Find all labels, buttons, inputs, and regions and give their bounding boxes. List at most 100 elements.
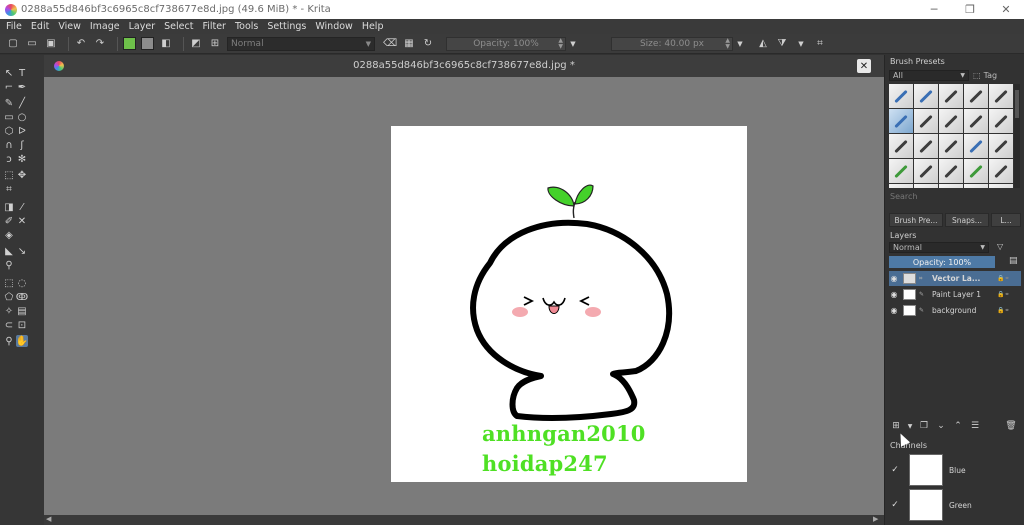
pan-tool-icon[interactable]: ✋ xyxy=(16,335,28,347)
brush-preset[interactable] xyxy=(964,84,988,108)
zoom-tool-icon[interactable]: ⚲ xyxy=(3,335,15,347)
wrap-around-icon[interactable]: ⌗ xyxy=(813,37,827,51)
visibility-eye-icon[interactable]: ◉ xyxy=(889,290,899,299)
visibility-eye-icon[interactable]: ◉ xyxy=(889,306,899,315)
duplicate-layer-icon[interactable]: ❐ xyxy=(917,420,931,432)
layer-row[interactable]: ◉ ✎ Paint Layer 1 🔒⚭ xyxy=(889,287,1021,302)
brush-preset[interactable] xyxy=(914,134,938,158)
layer-properties-icon[interactable]: ▤ xyxy=(1009,256,1018,266)
brush-preset[interactable] xyxy=(914,159,938,183)
color-picker-tool-icon[interactable]: ⁄ xyxy=(16,201,28,213)
horizontal-scrollbar[interactable]: ◀ ▶ xyxy=(44,515,884,525)
gradient-editor-icon[interactable]: ◩ xyxy=(189,37,203,51)
assistant-tool-icon[interactable]: ◣ xyxy=(3,245,15,257)
layer-properties-icon[interactable]: ☰ xyxy=(968,420,982,432)
menu-filter[interactable]: Filter xyxy=(202,21,226,32)
layer-blend-mode-select[interactable]: Normal ▼ xyxy=(889,242,989,253)
menu-tools[interactable]: Tools xyxy=(235,21,258,32)
polygonal-selection-tool-icon[interactable]: ⬠ xyxy=(3,291,15,303)
close-window-button[interactable]: ✕ xyxy=(988,0,1024,19)
brush-tag-filter-select[interactable]: All ▼ xyxy=(889,70,969,81)
dynamic-brush-tool-icon[interactable]: ↄ xyxy=(3,153,15,165)
brush-preset[interactable] xyxy=(989,184,1013,188)
magnetic-selection-tool-icon[interactable]: ⊡ xyxy=(16,319,28,331)
brush-preset[interactable] xyxy=(964,134,988,158)
tab-layers[interactable]: L... xyxy=(991,213,1021,227)
brush-preset[interactable] xyxy=(889,159,913,183)
minimize-button[interactable]: ─ xyxy=(916,0,952,19)
brush-preset[interactable] xyxy=(939,159,963,183)
polygon-tool-icon[interactable]: ⬡ xyxy=(3,125,15,137)
scroll-thumb[interactable] xyxy=(1015,90,1019,118)
preserve-alpha-icon[interactable]: ▦ xyxy=(402,37,416,51)
canvas-image[interactable]: anhngan2010 hoidap247 xyxy=(391,126,747,482)
brush-preset[interactable] xyxy=(989,159,1013,183)
mirror-horizontal-icon[interactable]: ◭ xyxy=(756,37,770,51)
layer-row[interactable]: ◉ ⌗ Vector La... 🔒⚭ xyxy=(889,271,1021,286)
calligraphy-tool-icon[interactable]: ✒ xyxy=(16,81,28,93)
move-layer-up-icon[interactable]: ⌃ xyxy=(951,420,965,432)
checkmark-icon[interactable]: ✓ xyxy=(889,465,901,475)
chevron-down-icon[interactable]: ▼ xyxy=(794,37,808,51)
menu-file[interactable]: File xyxy=(6,21,22,32)
foreground-color-swatch[interactable] xyxy=(123,37,136,50)
mirror-vertical-icon[interactable]: ⧩ xyxy=(775,37,789,51)
freehand-selection-tool-icon[interactable]: ↂ xyxy=(16,291,28,303)
tab-snapshots[interactable]: Snaps... xyxy=(945,213,989,227)
brush-preset[interactable] xyxy=(939,184,963,188)
gradient-tool-icon[interactable]: ◨ xyxy=(3,201,15,213)
menu-view[interactable]: View xyxy=(58,21,81,32)
restore-button[interactable]: ❐ xyxy=(952,0,988,19)
brush-presets-grid-icon[interactable]: ⊞ xyxy=(208,37,222,51)
channel-row[interactable]: ✓ Blue xyxy=(889,453,1021,487)
reference-images-tool-icon[interactable]: ⚲ xyxy=(3,259,15,271)
brush-preset[interactable] xyxy=(889,84,913,108)
elliptical-selection-tool-icon[interactable]: ◌ xyxy=(16,277,28,289)
menu-settings[interactable]: Settings xyxy=(267,21,306,32)
brush-preset[interactable] xyxy=(964,159,988,183)
reload-preset-icon[interactable]: ↻ xyxy=(421,37,435,51)
brush-preset[interactable] xyxy=(964,184,988,188)
add-layer-icon[interactable]: ⊞ xyxy=(889,420,903,432)
chevron-down-icon[interactable]: ▼ xyxy=(733,37,747,51)
menu-layer[interactable]: Layer xyxy=(129,21,156,32)
brush-presets-scrollbar[interactable] xyxy=(1014,84,1020,188)
scroll-right-icon[interactable]: ▶ xyxy=(873,515,878,523)
eraser-mode-icon[interactable]: ⌫ xyxy=(383,37,397,51)
freehand-path-tool-icon[interactable]: ʃ xyxy=(16,139,28,151)
select-shapes-tool-icon[interactable]: ↖ xyxy=(3,67,15,79)
line-tool-icon[interactable]: ╱ xyxy=(16,97,28,109)
close-document-button[interactable]: ✕ xyxy=(857,59,871,73)
brush-tag-button[interactable]: ⬚ Tag xyxy=(973,70,1003,81)
brush-preset[interactable] xyxy=(989,134,1013,158)
layer-opacity-slider[interactable]: Opacity: 100% xyxy=(889,256,995,268)
measure-tool-icon[interactable]: ↘ xyxy=(16,245,28,257)
menu-select[interactable]: Select xyxy=(164,21,193,32)
move-layer-down-icon[interactable]: ⌄ xyxy=(934,420,948,432)
menu-image[interactable]: Image xyxy=(90,21,120,32)
similar-color-selection-tool-icon[interactable]: ▤ xyxy=(16,305,28,317)
crop-tool-icon[interactable]: ⌗ xyxy=(3,183,15,195)
channel-row[interactable]: ✓ Green xyxy=(889,488,1021,522)
freehand-brush-tool-icon[interactable]: ✎ xyxy=(3,97,15,109)
bezier-tool-icon[interactable]: ∩ xyxy=(3,139,15,151)
layer-lock-icon[interactable]: 🔒⚭ xyxy=(997,291,1021,298)
brush-preset[interactable] xyxy=(939,134,963,158)
delete-layer-icon[interactable]: 🗑 xyxy=(1004,420,1018,432)
brush-preset[interactable] xyxy=(989,84,1013,108)
polyline-tool-icon[interactable]: ᐅ xyxy=(16,125,28,137)
edit-shapes-tool-icon[interactable]: ⌐ xyxy=(3,81,15,93)
checkmark-icon[interactable]: ✓ xyxy=(889,500,901,510)
multibrush-tool-icon[interactable]: ✻ xyxy=(16,153,28,165)
tab-brush-presets[interactable]: Brush Pre... xyxy=(889,213,943,227)
brush-preset[interactable] xyxy=(889,184,913,188)
visibility-eye-icon[interactable]: ◉ xyxy=(889,274,899,283)
brush-preset[interactable] xyxy=(939,84,963,108)
save-icon[interactable]: ▣ xyxy=(44,37,58,51)
contiguous-selection-tool-icon[interactable]: ✧ xyxy=(3,305,15,317)
open-document-icon[interactable]: ▭ xyxy=(25,37,39,51)
transform-tool-icon[interactable]: ⬚ xyxy=(3,169,15,181)
text-tool-icon[interactable]: T xyxy=(16,67,28,79)
document-tab[interactable]: 0288a55d846bf3c6965c8cf738677e8d.jpg * ✕ xyxy=(44,55,884,77)
background-color-swatch[interactable] xyxy=(141,37,154,50)
